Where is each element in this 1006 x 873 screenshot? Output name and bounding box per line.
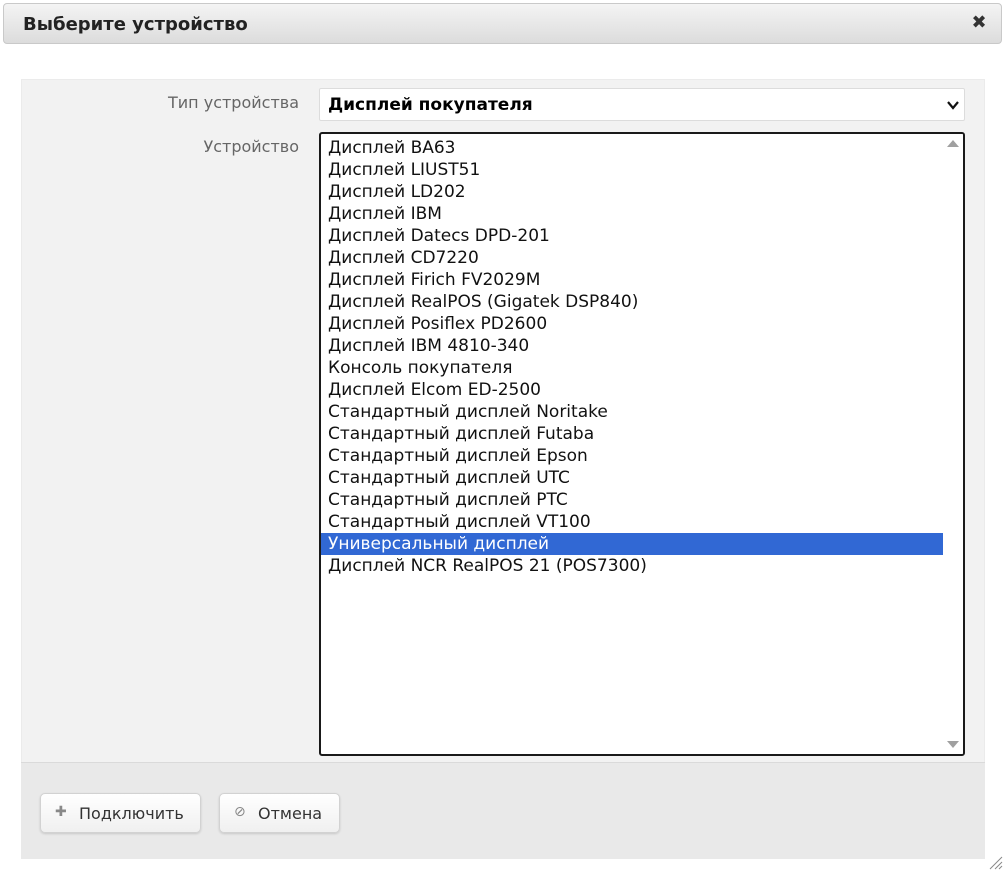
dialog-title: Выберите устройство <box>23 14 248 35</box>
device-list-item[interactable]: Дисплей BA63 <box>321 137 943 159</box>
dialog-footer: ✚ Подключить ⊘ Отмена <box>21 762 985 859</box>
device-select-dialog: Выберите устройство ✖ Тип устройства Дис… <box>0 0 1006 873</box>
device-list-item[interactable]: Дисплей NCR RealPOS 21 (POS7300) <box>321 555 943 577</box>
device-list-item[interactable]: Стандартный дисплей VT100 <box>321 511 943 533</box>
device-list-item[interactable]: Стандартный дисплей Epson <box>321 445 943 467</box>
device-type-select[interactable]: Дисплей покупателя <box>319 88 965 121</box>
close-icon[interactable]: ✖ <box>969 13 989 33</box>
device-list-item[interactable]: Дисплей Firich FV2029M <box>321 269 943 291</box>
chevron-down-icon <box>947 101 959 110</box>
plus-icon: ✚ <box>55 804 67 820</box>
cancel-button-label: Отмена <box>258 804 323 823</box>
device-list-item[interactable]: Дисплей Posiflex PD2600 <box>321 313 943 335</box>
device-list-item[interactable]: Стандартный дисплей Noritake <box>321 401 943 423</box>
device-list-item[interactable]: Стандартный дисплей UTC <box>321 467 943 489</box>
device-type-label: Тип устройства <box>168 93 299 112</box>
scroll-up-arrow-icon[interactable] <box>947 140 959 147</box>
device-list-item[interactable]: Дисплей Elcom ED-2500 <box>321 379 943 401</box>
device-list-item[interactable]: Универсальный дисплей <box>321 533 943 555</box>
connect-button[interactable]: ✚ Подключить <box>40 793 201 833</box>
device-type-value: Дисплей покупателя <box>328 95 533 115</box>
device-list-item[interactable]: Дисплей IBM 4810-340 <box>321 335 943 357</box>
cancel-icon: ⊘ <box>234 804 246 820</box>
device-list-items: Дисплей BA63 Дисплей LIUST51 Дисплей LD202… <box>321 137 943 577</box>
device-list-item[interactable]: Дисплей RealPOS (Gigatek DSP840) <box>321 291 943 313</box>
device-list-scrollbar[interactable] <box>943 134 963 754</box>
device-list-item[interactable]: Дисплей Datecs DPD-201 <box>321 225 943 247</box>
dialog-titlebar[interactable]: Выберите устройство ✖ <box>3 3 1002 44</box>
device-label: Устройство <box>203 137 299 156</box>
scroll-down-arrow-icon[interactable] <box>947 741 959 748</box>
device-list-item[interactable]: Стандартный дисплей Futaba <box>321 423 943 445</box>
cancel-button[interactable]: ⊘ Отмена <box>219 793 340 833</box>
device-list-item[interactable]: Дисплей LD202 <box>321 181 943 203</box>
device-list-item[interactable]: Консоль покупателя <box>321 357 943 379</box>
device-list-item[interactable]: Дисплей LIUST51 <box>321 159 943 181</box>
device-listbox[interactable]: Дисплей BA63 Дисплей LIUST51 Дисплей LD202… <box>319 132 965 756</box>
form-panel: Тип устройства Дисплей покупателя Устрой… <box>21 79 985 762</box>
device-list-item[interactable]: Стандартный дисплей PTC <box>321 489 943 511</box>
device-list-item[interactable]: Дисплей IBM <box>321 203 943 225</box>
resize-grip-icon[interactable] <box>987 854 1003 870</box>
device-list-item[interactable]: Дисплей CD7220 <box>321 247 943 269</box>
connect-button-label: Подключить <box>79 804 184 823</box>
